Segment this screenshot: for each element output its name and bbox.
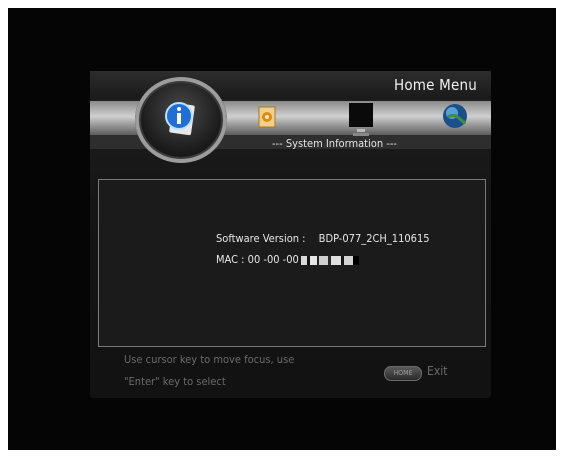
section-label: --- System Information --- [271, 137, 397, 150]
redacted-mac-mark [300, 255, 359, 265]
mac-address-value: MAC : 00 -00 -00 [216, 253, 299, 266]
page-title: Home Menu [393, 76, 477, 94]
system-info-box: Software Version : BDP-077_2CH_110615 MA… [98, 179, 486, 347]
home-menu-panel: Home Menu --- System Information --- Sof… [90, 71, 491, 398]
mac-address-row: MAC : 00 -00 -00 [216, 253, 359, 266]
settings-icon[interactable] [257, 105, 277, 129]
hint-line-2: "Enter" key to select [124, 375, 226, 388]
software-version-label: Software Version : [216, 232, 306, 245]
monitor-icon[interactable] [348, 101, 374, 141]
hint-line-1: Use cursor key to move focus, use [124, 353, 295, 366]
home-button[interactable]: HOME [384, 366, 422, 381]
info-icon[interactable] [163, 99, 197, 137]
exit-label: Exit [427, 364, 448, 378]
globe-icon[interactable] [442, 103, 468, 129]
software-version-value: BDP-077_2CH_110615 [318, 232, 430, 245]
software-version-row: Software Version : BDP-077_2CH_110615 [216, 232, 430, 245]
